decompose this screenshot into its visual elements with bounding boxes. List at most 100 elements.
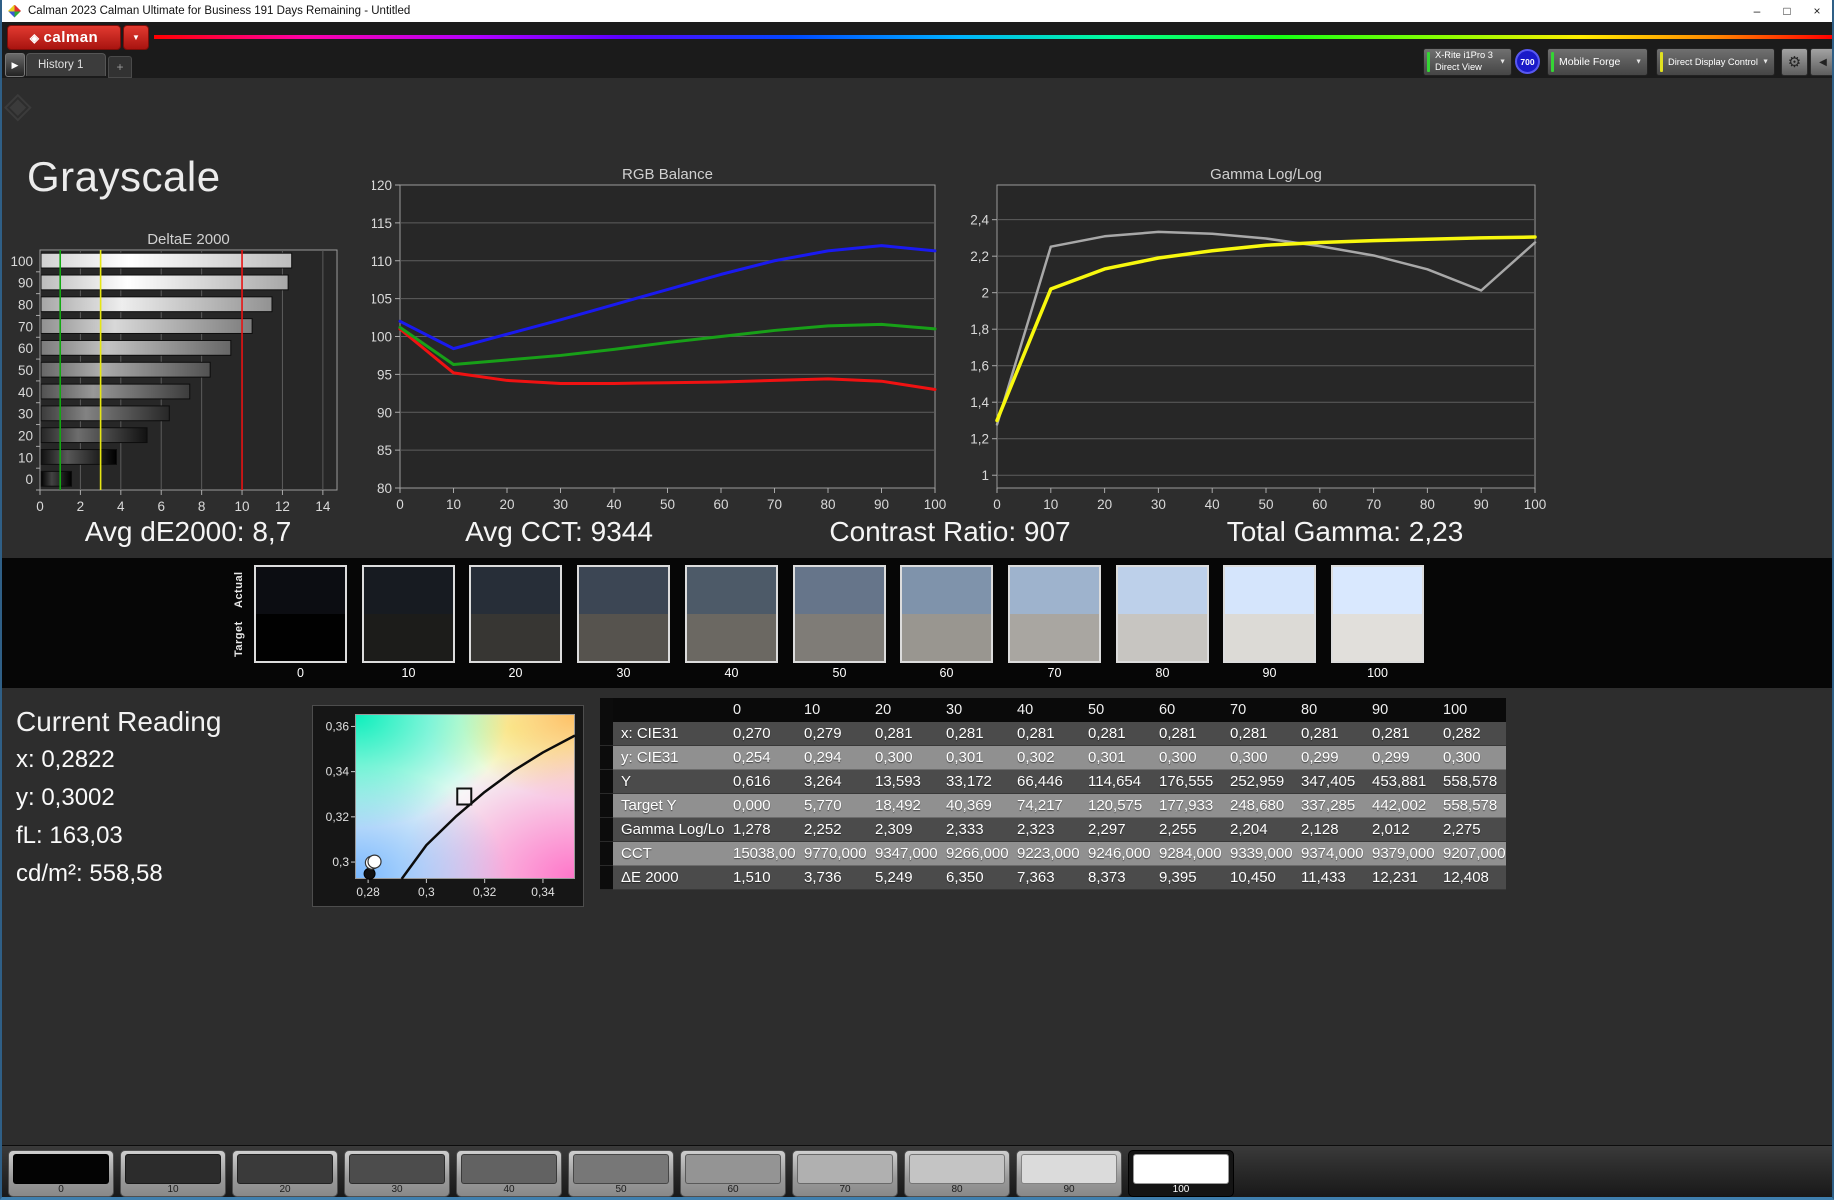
tab-history-1[interactable]: History 1 [26,53,106,76]
meter-badge[interactable]: 700 [1515,49,1540,74]
meter-dropdown[interactable]: X-Rite i1Pro 3 Direct View ▼ [1423,48,1512,76]
pattern-button-70[interactable]: 70 [792,1150,898,1197]
table-cell: 0,279 [796,722,867,746]
table-cell: 15038,000 [725,842,796,866]
toolbar: ◈ calman ▼ ▶ History 1 + X-Rite i1Pro 3 … [2,22,1832,78]
pattern-label: 50 [615,1184,627,1195]
target-swatch [902,614,991,661]
pattern-button-80[interactable]: 80 [904,1150,1010,1197]
pattern-button-40[interactable]: 40 [456,1150,562,1197]
svg-text:DeltaE 2000: DeltaE 2000 [147,231,230,248]
svg-text:90: 90 [377,405,392,420]
table-cell: 0,616 [725,770,796,794]
svg-text:RGB Balance: RGB Balance [622,166,713,183]
svg-text:0,3: 0,3 [418,885,435,899]
svg-text:70: 70 [767,497,782,512]
svg-text:40: 40 [18,385,33,400]
stat-avg-de2000: Avg dE2000: 8,7 [84,516,292,547]
table-cell: 2,255 [1151,818,1222,842]
app-icon [8,4,21,18]
svg-text:1,6: 1,6 [970,359,989,374]
svg-text:0,36: 0,36 [326,719,350,733]
table-header-cell: 90 [1364,698,1435,723]
deltae-2000-bar-chart: DeltaE 200010090807060504030201000 2 4 6 8 10… [10,231,338,514]
deltae-bar-70 [40,318,253,334]
deltae-bar-80 [40,296,273,313]
pattern-button-10[interactable]: 10 [120,1150,226,1197]
table-cell: 5,770 [796,794,867,818]
pattern-button-20[interactable]: 20 [232,1150,338,1197]
pattern-button-90[interactable]: 90 [1016,1150,1122,1197]
pattern-button-0[interactable]: 0 [8,1150,114,1197]
pattern-button-100[interactable]: 100 [1128,1150,1234,1197]
table-corner [600,698,613,724]
patch-actual-target-60 [900,565,993,663]
table-row-marker [600,746,613,770]
actual-swatch [471,567,560,614]
table-cell: 0,281 [1364,722,1435,746]
patch-level-label: 90 [1262,666,1277,680]
patch-actual-target-10 [362,565,455,663]
svg-text:30: 30 [18,407,33,422]
actual-swatch [687,567,776,614]
table-header-cell: 60 [1151,698,1222,723]
svg-text:60: 60 [1312,497,1327,512]
actual-swatch [364,567,453,614]
target-swatch [364,614,453,661]
minimize-icon[interactable]: – [1742,0,1772,22]
table-cell: 74,217 [1009,794,1080,818]
table-cell: 2,297 [1080,818,1151,842]
svg-text:0,34: 0,34 [531,885,555,899]
gear-icon: ⚙ [1787,54,1802,71]
maximize-icon[interactable]: □ [1772,0,1802,22]
table-cell: 13,593 [867,770,938,794]
svg-text:100: 100 [10,254,33,269]
target-marker [456,787,473,806]
pattern-label: 10 [167,1184,179,1195]
bottom-patch-bar: ▲ ■ ▶ [·] ∞ ↻ « Back Next » 0102030 [2,1145,1832,1197]
table-cell: 248,680 [1222,794,1293,818]
daylight-locus-curve [400,734,576,880]
svg-text:0,3: 0,3 [332,855,349,869]
window-controls: – □ × [1742,0,1832,22]
table-cell: 9347,000 [867,842,938,866]
add-tab-button[interactable]: + [108,56,132,78]
pattern-swatch [237,1154,333,1184]
source-dropdown[interactable]: Mobile Forge ▼ [1547,48,1648,76]
table-cell: 0,281 [938,722,1009,746]
close-icon[interactable]: × [1802,0,1832,22]
collapse-panel-button[interactable]: ◀ [1810,48,1832,76]
table-cell: 2,128 [1293,818,1364,842]
table-cell: 9266,000 [938,842,1009,866]
meter-name: X-Rite i1Pro 3 [1435,50,1493,61]
table-row-marker [600,770,613,794]
pattern-button-30[interactable]: 30 [344,1150,450,1197]
svg-text:20: 20 [499,497,514,512]
pattern-button-50[interactable]: 50 [568,1150,674,1197]
table-cell: 0,281 [1009,722,1080,746]
actual-target-patch-strip: Actual Target 0 10 20 30 40 50 60 70 80 90 100 [2,558,1832,688]
actual-row-label: Actual [233,571,245,609]
display-control-dropdown[interactable]: Direct Display Control ▼ [1656,48,1775,76]
svg-text:2,4: 2,4 [970,213,989,228]
calman-menu-dropdown[interactable]: ▼ [123,25,149,50]
pattern-button-60[interactable]: 60 [680,1150,786,1197]
table-cell: 0,300 [1435,746,1506,770]
reading-cdm2: cd/m²: 558,58 [16,860,163,887]
settings-button[interactable]: ⚙ [1781,48,1808,76]
calman-logo-label: calman [43,29,99,46]
svg-text:Gamma Log/Log: Gamma Log/Log [1210,166,1322,183]
table-cell: 347,405 [1293,770,1364,794]
svg-text:50: 50 [18,363,33,378]
table-header-cell: 30 [938,698,1009,723]
table-cell: 9223,000 [1009,842,1080,866]
plus-icon: + [116,60,124,74]
table-cell: 558,578 [1435,770,1506,794]
calman-logo-button[interactable]: ◈ calman [7,25,121,50]
tab-expander-button[interactable]: ▶ [5,53,25,77]
meter-mode: Direct View [1435,62,1482,72]
svg-text:90: 90 [18,276,33,291]
svg-text:4: 4 [117,499,125,514]
table-cell: 8,373 [1080,866,1151,890]
patch-level-label: 10 [401,666,416,680]
